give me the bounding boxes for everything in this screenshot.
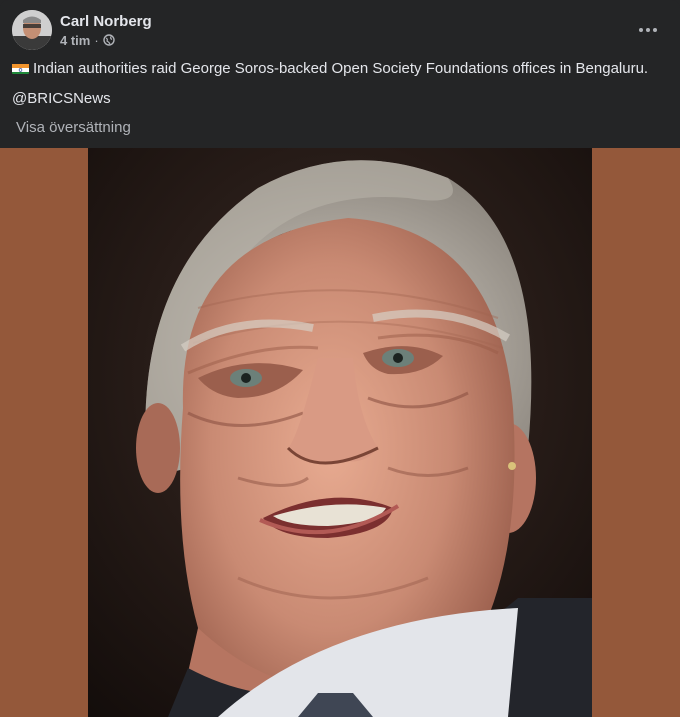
post-text: Indian authorities raid George Soros-bac… <box>33 60 649 77</box>
post-media-container <box>0 148 680 717</box>
mention-link[interactable]: @BRICSNews <box>12 89 111 109</box>
post-timestamp[interactable]: 4 tim <box>60 33 90 48</box>
meta-separator: · <box>94 32 99 48</box>
post-meta: 4 tim · <box>60 32 115 48</box>
author-name[interactable]: Carl Norberg <box>60 13 152 30</box>
post-photo[interactable] <box>88 148 592 717</box>
feed-post: Carl Norberg 4 tim · Indian authorities … <box>0 0 680 717</box>
see-translation-link[interactable]: Visa översättning <box>16 119 131 136</box>
author-avatar[interactable] <box>12 10 52 50</box>
india-flag-emoji <box>12 62 29 74</box>
post-body: Indian authorities raid George Soros-bac… <box>12 59 668 109</box>
more-options-icon[interactable] <box>636 20 660 40</box>
globe-icon <box>102 34 115 46</box>
post-header: Carl Norberg 4 tim · <box>12 10 668 50</box>
